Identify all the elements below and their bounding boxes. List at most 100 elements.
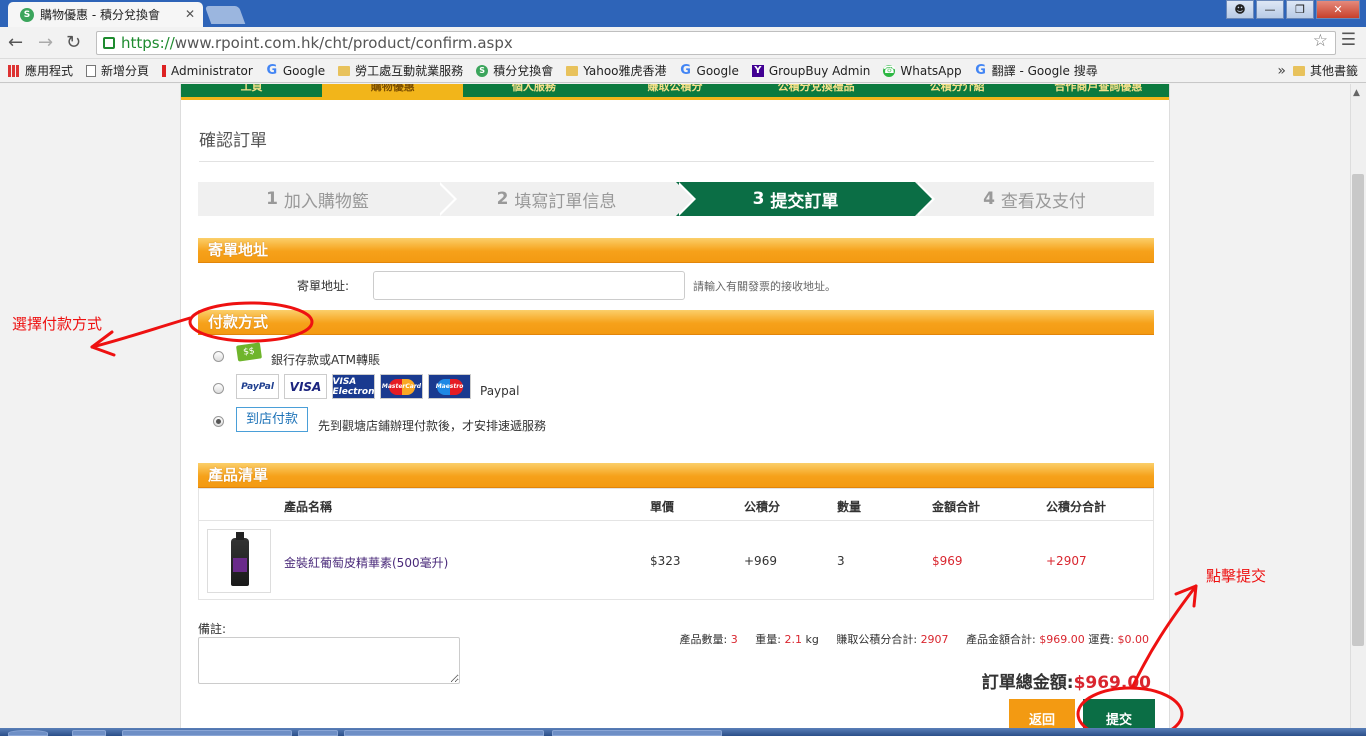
payment-bank-label: 銀行存款或ATM轉賬 [271,353,380,367]
nav-item-personal[interactable]: 個人服務 [463,84,604,97]
submit-button[interactable]: 提交 [1083,699,1155,731]
step-label: 加入購物籃 [283,191,369,212]
other-bookmarks[interactable]: 其他書籤 [1292,62,1358,79]
browser-tab-active[interactable]: S 購物優惠 - 積分兌換會 ✕ [8,2,203,27]
checkout-steps: 1 加入購物籃 2 填寫訂單信息 3 提交訂單 4 查看及支付 [198,182,1154,216]
bookmark-label: 新增分頁 [101,64,150,78]
taskbar-item[interactable] [122,730,292,736]
bookmark-apps[interactable]: 應用程式 [8,62,73,79]
nav-item-partner-offers[interactable]: 合作商戶查詢優惠 [1028,84,1169,97]
start-button[interactable] [8,730,48,736]
maestro-logo: Maestro [436,378,463,395]
new-tab-button[interactable] [204,6,246,24]
forward-arrow-icon[interactable]: → [38,32,53,53]
folder-icon [1292,65,1305,76]
bookmark-label: 積分兌換會 [493,64,554,78]
google-icon: G [680,63,691,78]
url-text: www.rpoint.com.hk/cht/product/confirm.as… [174,34,513,52]
col-quantity: 數量 [837,500,862,514]
step-view-and-pay: 4 查看及支付 [915,182,1154,216]
nav-item-redeem-gifts[interactable]: 公積分兌換禮品 [746,84,887,97]
google-icon: G [975,63,986,78]
page-title: 確認訂單 [199,131,267,151]
lock-icon [103,37,115,49]
step-label: 填寫訂單信息 [514,191,617,212]
nav-item-shopping[interactable]: 購物優惠 [322,84,464,97]
payment-radio-store[interactable] [213,416,224,427]
bookmark-google[interactable]: G Google [266,63,326,78]
back-arrow-icon[interactable]: ← [8,32,23,53]
product-name-link[interactable]: 金裝紅葡萄皮精華素(500毫升) [284,554,448,571]
shipping-address-label: 寄單地址: [297,279,350,293]
bookmark-label: 勞工處互動就業服務 [355,64,464,78]
site-favicon-icon: S [20,7,34,22]
taskbar-item[interactable] [552,730,722,736]
apps-icon [8,64,20,77]
shipping-fee-value: $0.00 [1117,633,1150,646]
qty-label: 產品數量: [679,633,728,646]
nav-item-home[interactable]: 工頁 [181,84,322,97]
minimize-icon[interactable]: — [1256,0,1284,19]
products-section-heading: 產品清單 [198,463,1154,488]
bookmark-labour-dept[interactable]: 勞工處互動就業服務 [338,62,463,79]
bookmark-translate[interactable]: G 翻譯 - Google 搜尋 [975,62,1097,79]
step-fill-info: 2 填寫訂單信息 [437,182,696,216]
product-amount-value: $969.00 [1039,633,1085,646]
table-row: 金裝紅葡萄皮精華素(500毫升) $323 +969 3 $969 +2907 [199,521,1153,601]
amount-total: $969 [932,554,963,568]
bookmark-administrator[interactable]: Administrator [162,64,253,78]
notes-label: 備註: [198,622,227,636]
nav-item-points-intro[interactable]: 公積分介紹 [887,84,1028,97]
browser-menu-icon[interactable]: ☰ [1341,30,1356,50]
bookmark-star-icon[interactable]: ☆ [1313,31,1328,51]
taskbar-item[interactable] [298,730,338,736]
step-number: 1 [266,189,278,209]
step-label: 提交訂單 [770,191,839,212]
user-icon[interactable]: ☻ [1226,0,1254,19]
main-content: 工頁 購物優惠 個人服務 賺取公積分 公積分兌換禮品 公積分介紹 合作商戶查詢優… [180,84,1170,731]
url-bar[interactable]: https://www.rpoint.com.hk/cht/product/co… [96,31,1336,55]
shipping-address-input[interactable] [373,271,685,300]
step-add-to-cart: 1 加入購物籃 [198,182,457,216]
tab-close-icon[interactable]: ✕ [185,7,195,21]
notes-textarea[interactable] [198,637,460,684]
bookmarks-more-icon[interactable]: » [1277,63,1286,79]
step-arrow [915,182,932,216]
bookmark-whatsapp[interactable]: ☎ WhatsApp [883,64,961,78]
divider [199,161,1154,162]
reload-icon[interactable]: ↻ [66,32,81,53]
product-image[interactable] [207,529,271,593]
bookmark-label: Google [696,63,739,78]
bookmark-label: 其他書籤 [1309,64,1358,78]
close-window-icon[interactable]: ✕ [1316,0,1360,19]
bookmark-new-tab[interactable]: 新增分頁 [86,62,149,79]
scrollbar-thumb[interactable] [1352,174,1364,646]
shipping-address-hint: 請輸入有關發票的接收地址。 [693,280,836,293]
weight-value: 2.1 [784,633,802,646]
site-nav: 工頁 購物優惠 個人服務 賺取公積分 公積分兌換禮品 公積分介紹 合作商戶查詢優… [181,84,1169,100]
bookmark-yahoo-hk[interactable]: Yahoo雅虎香港 [566,62,667,79]
weight-label: 重量: [755,633,781,646]
maestro-card-icon: Maestro [428,374,471,399]
payment-radio-bank[interactable] [213,351,224,362]
taskbar-item[interactable] [344,730,544,736]
order-summary: 產品數量: 3 重量: 2.1 kg 賺取公積分合計: 2907 產品金額合計:… [680,631,1149,647]
payment-section-heading: 付款方式 [198,310,1154,335]
order-total-label: 訂單總金額: [981,673,1074,693]
payment-radio-paypal[interactable] [213,383,224,394]
bookmark-google-2[interactable]: G Google [680,63,739,78]
yahoo-icon: Y [751,64,764,77]
scroll-up-icon[interactable]: ▲ [1353,88,1360,98]
taskbar-item[interactable] [72,730,106,736]
restore-icon[interactable]: ❐ [1286,0,1314,19]
mastercard-icon: MasterCard [380,374,423,399]
table-header: 產品名稱 單價 公積分 數量 金額合計 公積分合計 [199,489,1153,521]
annotation-select-payment: 選擇付款方式 [12,315,103,333]
bookmark-label: GroupBuy Admin [768,63,871,78]
nav-item-earn-points[interactable]: 賺取公積分 [604,84,745,97]
bookmark-rpoint[interactable]: S 積分兌換會 [476,62,553,79]
back-button[interactable]: 返回 [1009,699,1075,731]
bookmark-groupbuy[interactable]: Y GroupBuy Admin [751,63,871,78]
shipping-section-heading: 寄單地址 [198,238,1154,263]
shipping-fee-label: 運費: [1088,633,1114,646]
